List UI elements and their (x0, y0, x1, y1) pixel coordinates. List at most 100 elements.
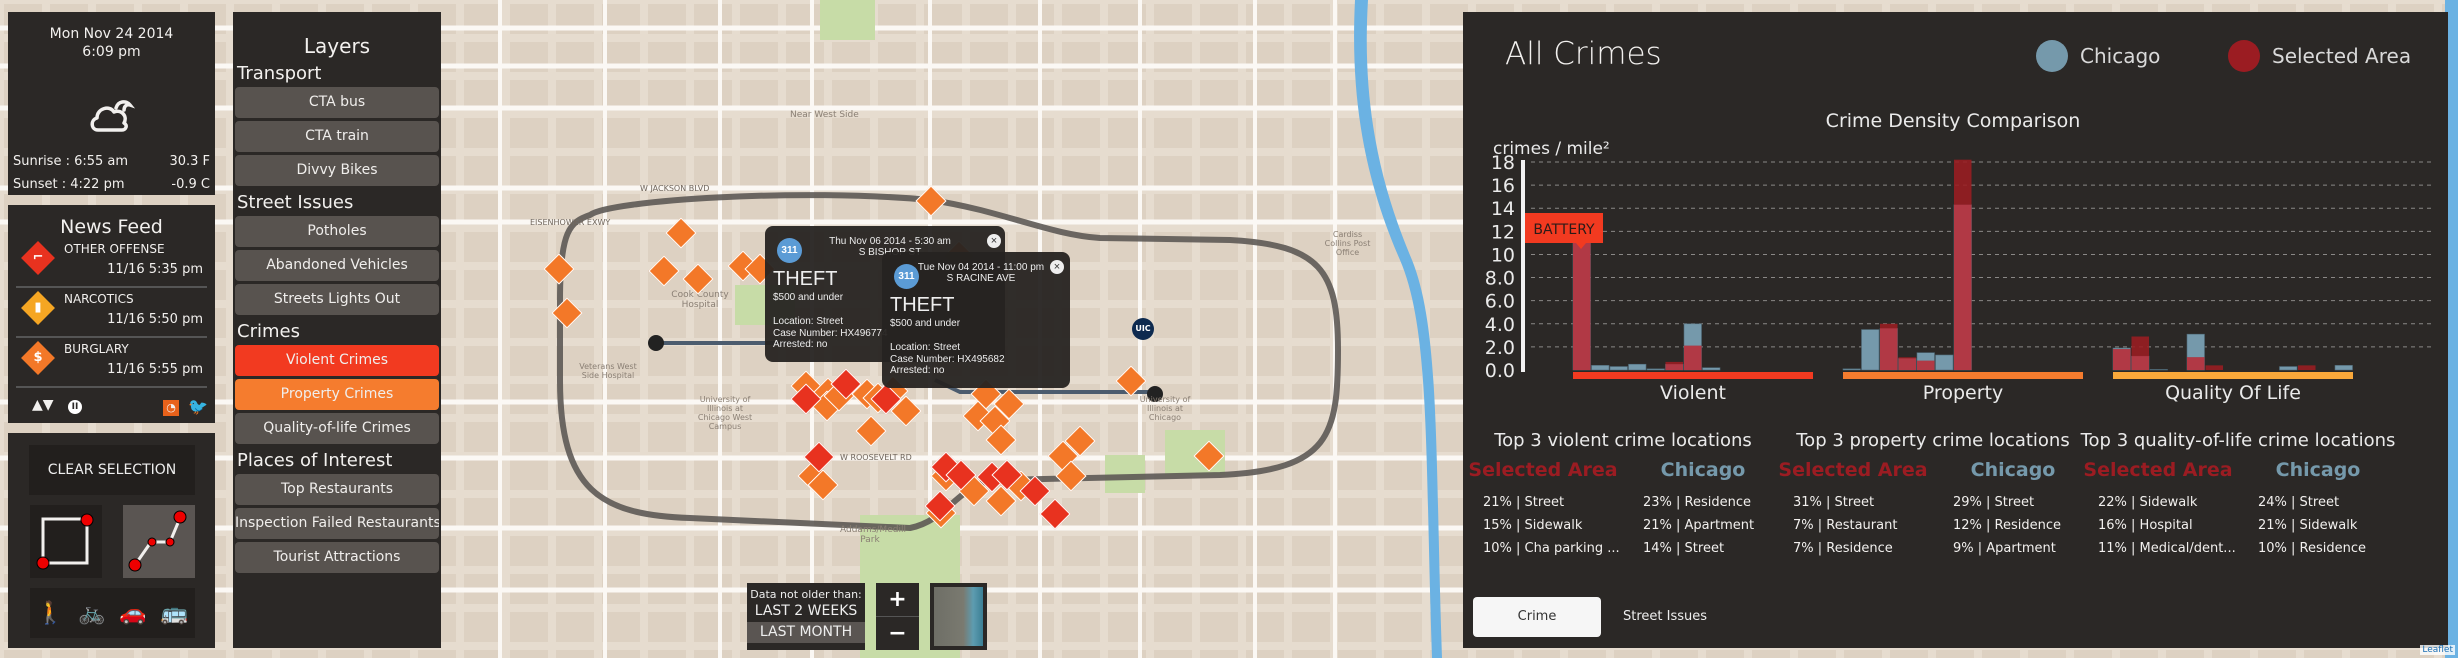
top3-item: 10% | Cha parking ... (1483, 541, 1620, 556)
money-bag-icon: $ (21, 341, 55, 375)
legend-selected-label: Selected Area (2272, 44, 2412, 68)
path-select-button[interactable] (123, 505, 195, 578)
sunrise-row: Sunrise : 6:55 am 30.3 F (13, 154, 210, 169)
chart-title: Crime Density Comparison (1826, 110, 2081, 132)
top3-item: 23% | Residence (1643, 495, 1752, 510)
date-filter: Data not older than: LAST 2 WEEKS LAST M… (747, 583, 865, 650)
bar-chicago (1842, 368, 1861, 371)
popup-date: Tue Nov 04 2014 - 11:00 pm S RACINE AVE (917, 262, 1045, 284)
sunrise-text: Sunrise : 6:55 am (13, 154, 129, 169)
rectangle-select-icon (36, 513, 94, 570)
clear-selection-button[interactable]: CLEAR SELECTION (29, 445, 195, 495)
tab-crime[interactable]: Crime (1473, 597, 1601, 637)
map-label: University of Illinois at Chicago West C… (697, 395, 753, 431)
news-item-time: 11/16 5:55 pm (107, 362, 203, 377)
top3-title: Top 3 violent crime locations (1494, 430, 1752, 451)
top3-item: 31% | Street (1793, 495, 1875, 510)
bar-chicago (2334, 365, 2353, 371)
popup-subtitle: $500 and under (890, 318, 961, 329)
layer-potholes[interactable]: Potholes (235, 216, 439, 247)
layer-inspection-failed-restaurants[interactable]: Inspection Failed Restaurants (235, 508, 439, 539)
bar-overlap (1880, 328, 1898, 370)
layer-street-lights-out[interactable]: Streets Lights Out (235, 284, 439, 315)
layer-cta-train[interactable]: CTA train (235, 121, 439, 152)
rectangle-select-button[interactable] (30, 505, 102, 578)
car-icon[interactable]: 🚗 (119, 601, 146, 626)
top3-item: 7% | Residence (1793, 541, 1893, 556)
top3-item: 21% | Sidewalk (2258, 518, 2358, 533)
map-label: EISENHOWER EXWY (530, 218, 611, 227)
layer-violent-crimes[interactable]: Violent Crimes (235, 345, 439, 376)
top3-selected-heading: Selected Area (2083, 459, 2233, 481)
y-tick-label: 0.0 (1485, 360, 1515, 382)
minimap[interactable] (930, 583, 987, 650)
layer-abandoned-vehicles[interactable]: Abandoned Vehicles (235, 250, 439, 281)
twitter-icon[interactable]: 🐦 (188, 397, 208, 416)
scroll-updown-icon[interactable]: ▲▼ (32, 397, 54, 413)
date-filter-label: Data not older than: (750, 588, 862, 601)
stats-title: All Crimes (1505, 36, 1662, 72)
category-label: Property (1923, 382, 2003, 404)
news-feed-panel: News Feed ⌐ OTHER OFFENSE 11/16 5:35 pm … (8, 205, 215, 423)
top3-item: 24% | Street (2258, 495, 2340, 510)
bar-overlap (1665, 364, 1683, 370)
bar-chicago (1935, 354, 1954, 371)
layer-property-crimes[interactable]: Property Crimes (235, 379, 439, 410)
crime-density-chart: Crime Density Comparison crimes / mile² … (1485, 110, 2435, 404)
close-icon[interactable]: × (987, 234, 1001, 248)
news-item[interactable]: $ BURGLARY 11/16 5:55 pm (16, 338, 207, 388)
layer-top-restaurants[interactable]: Top Restaurants (235, 474, 439, 505)
pause-icon[interactable]: II (68, 400, 82, 414)
layer-divvy-bikes[interactable]: Divvy Bikes (235, 155, 439, 186)
leaflet-attribution[interactable]: Leaflet (2420, 645, 2455, 655)
311-badge-icon: 311 (777, 238, 802, 263)
date-option-last-2-weeks[interactable]: LAST 2 WEEKS (747, 601, 865, 622)
top3-item: 15% | Sidewalk (1483, 518, 1583, 533)
popup-title: THEFT (890, 294, 955, 316)
map-label: Addams/Medill Park (840, 525, 906, 545)
top3-item: 22% | Sidewalk (2098, 495, 2198, 510)
y-tick-label: 4.0 (1485, 314, 1515, 336)
bar-chicago (1628, 363, 1647, 371)
bus-icon[interactable]: 🚌 (161, 601, 188, 626)
layer-group-crimes: Crimes (237, 321, 300, 342)
top3-block: Top 3 property crime locations Selected A… (1773, 430, 2093, 560)
top3-selected-column: Selected Area 22% | Sidewalk 16% | Hospita… (2078, 459, 2238, 560)
bar-overlap (1917, 360, 1935, 370)
rss-icon[interactable]: ◔ (163, 400, 179, 416)
top3-selected-heading: Selected Area (1778, 459, 1928, 481)
news-item[interactable]: ⌐ OTHER OFFENSE 11/16 5:35 pm (16, 238, 207, 288)
layer-tourist-attractions[interactable]: Tourist Attractions (235, 542, 439, 573)
temp-f: 30.3 F (169, 154, 210, 169)
zoom-out-button[interactable]: − (876, 617, 919, 650)
map-label: Veterans West Side Hospital (579, 362, 637, 380)
zoom-control: + − (876, 583, 919, 650)
news-item[interactable]: ▮ NARCOTICS 11/16 5:50 pm (16, 288, 207, 338)
bar-chicago (1591, 365, 1610, 371)
news-item-type: OTHER OFFENSE (64, 242, 165, 256)
top3-item: 21% | Street (1483, 495, 1565, 510)
stats-panel: All Crimes Chicago Selected Area Crime D… (1463, 12, 2448, 648)
bike-icon[interactable]: 🚲 (78, 601, 105, 626)
zoom-in-button[interactable]: + (876, 583, 919, 617)
layer-quality-of-life-crimes[interactable]: Quality-of-life Crimes (235, 413, 439, 444)
spray-can-icon: ▮ (21, 291, 55, 325)
news-feed-title: News Feed (60, 216, 163, 238)
legend-chicago-label: Chicago (2080, 44, 2161, 68)
y-tick-label: 2.0 (1485, 337, 1515, 359)
top3-selected-column: Selected Area 31% | Street 7% | Restaurant… (1773, 459, 1933, 560)
walk-icon[interactable]: 🚶 (37, 601, 64, 626)
news-item-time: 11/16 5:50 pm (107, 312, 203, 327)
tab-street-issues[interactable]: Street Issues (1601, 597, 1729, 637)
top3-chicago-column: Chicago 23% | Residence 21% | Apartment 14%… (1623, 459, 1783, 560)
sunset-row: Sunset : 4:22 pm -0.9 C (13, 177, 210, 192)
weather-panel: Mon Nov 24 2014 6:09 pm Sunrise : 6:55 am… (8, 12, 215, 195)
layer-cta-bus[interactable]: CTA bus (235, 87, 439, 118)
map-label: Cardiss Collins Post Office (1324, 230, 1371, 257)
date-option-last-month[interactable]: LAST MONTH (747, 622, 865, 643)
bar-chicago (2149, 369, 2168, 371)
close-icon[interactable]: × (1050, 260, 1064, 274)
layer-group-places: Places of Interest (237, 450, 393, 471)
news-item-time: 11/16 5:35 pm (107, 262, 203, 277)
uic-badge[interactable]: UIC (1132, 318, 1154, 340)
